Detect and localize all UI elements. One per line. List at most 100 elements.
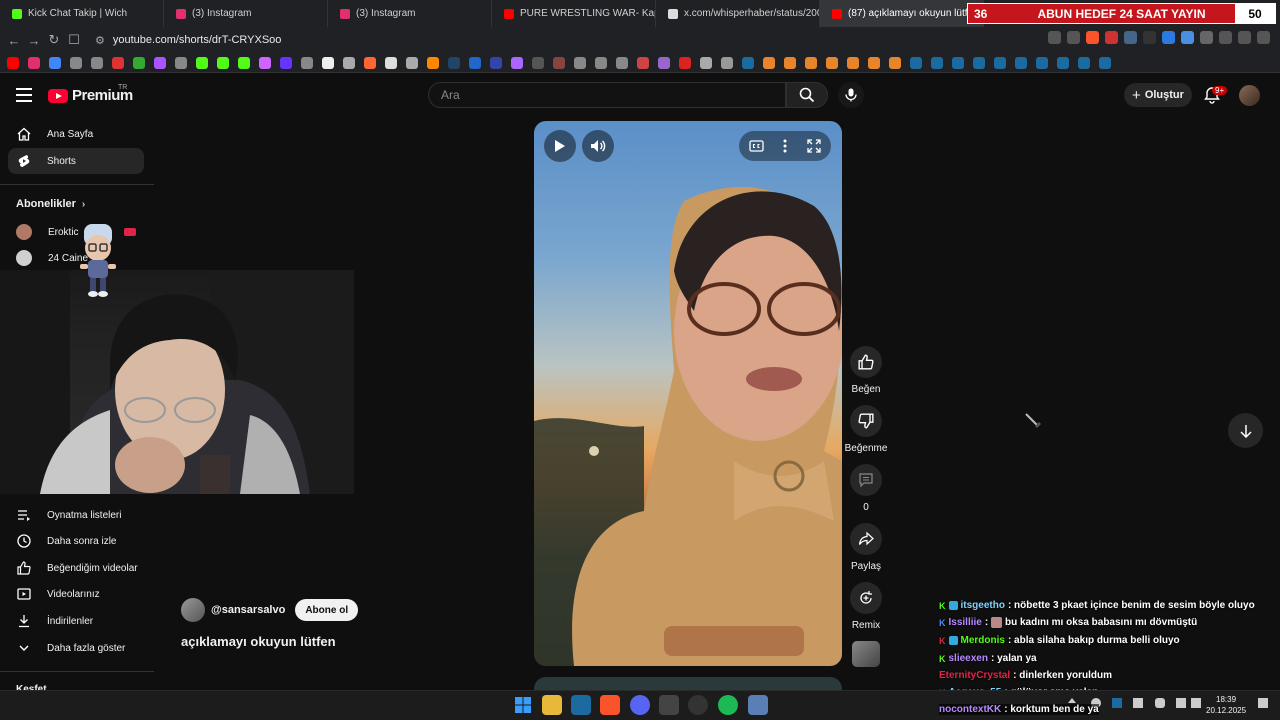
bookmark-kick-icon[interactable] <box>238 56 250 69</box>
reload-icon[interactable]: ↻ <box>44 30 64 50</box>
sidebar-item-playlists[interactable]: Oynatma listeleri <box>8 502 144 528</box>
youtube-premium-logo[interactable]: Premium TR <box>48 84 133 104</box>
bookmark-youtube-icon[interactable] <box>7 56 19 69</box>
extension-icon[interactable] <box>1124 31 1137 44</box>
share-icon[interactable] <box>1067 31 1080 44</box>
bookmark-icon[interactable] <box>826 56 838 69</box>
bookmark-icon[interactable] <box>700 56 712 69</box>
bookmark-icon[interactable] <box>343 56 355 69</box>
bookmark-steam-icon[interactable] <box>910 56 922 69</box>
bookmark-steam-icon[interactable] <box>1078 56 1090 69</box>
fullscreen-icon[interactable] <box>807 139 821 153</box>
play-button[interactable] <box>544 130 576 162</box>
notifications-icon[interactable] <box>1258 698 1268 708</box>
site-settings-icon[interactable]: ⚙ <box>95 34 105 47</box>
bookmark-icon[interactable] <box>637 56 649 69</box>
channel-handle[interactable]: @sansarsalvo <box>211 604 285 616</box>
bookmark-icon[interactable] <box>847 56 859 69</box>
puzzle-icon[interactable] <box>1200 31 1213 44</box>
bookmark-icon[interactable] <box>175 56 187 69</box>
install-icon[interactable] <box>1048 31 1061 44</box>
bookmark-icon[interactable] <box>595 56 607 69</box>
sidebar-item-show-more[interactable]: Daha fazla göster <box>8 635 144 661</box>
bookmark-kick-icon[interactable] <box>196 56 208 69</box>
bookmark-kick-icon[interactable] <box>217 56 229 69</box>
voice-search-button[interactable] <box>838 82 864 108</box>
bookmark-steam-icon[interactable] <box>952 56 964 69</box>
steam-settings-icon[interactable] <box>748 695 768 715</box>
bookmark-steam-icon[interactable] <box>994 56 1006 69</box>
tray-volume-icon[interactable] <box>1191 698 1201 708</box>
bookmark-icon[interactable] <box>301 56 313 69</box>
bookmark-icon[interactable] <box>133 56 145 69</box>
tray-chevron-up-icon[interactable] <box>1068 698 1076 703</box>
comments-button[interactable]: 0 <box>846 464 886 513</box>
bookmark-steam-icon[interactable] <box>1099 56 1111 69</box>
bookmark-icon[interactable] <box>553 56 565 69</box>
bookmark-icon[interactable] <box>784 56 796 69</box>
bookmark-steam-icon[interactable] <box>742 56 754 69</box>
tab-3[interactable]: PURE WRESTLING WAR- Kapeeka vs <box>492 0 656 27</box>
bookmark-icon[interactable] <box>406 56 418 69</box>
bookmark-icon[interactable]: ☐ <box>64 30 84 50</box>
tab-0[interactable]: Kick Chat Takip | Wich <box>0 0 164 27</box>
bookmark-icon[interactable] <box>469 56 481 69</box>
captions-icon[interactable] <box>749 140 764 152</box>
bookmark-icon[interactable] <box>385 56 397 69</box>
sidebar-icon[interactable] <box>1219 31 1232 44</box>
bookmark-steam-icon[interactable] <box>1015 56 1027 69</box>
audio-source-thumbnail[interactable] <box>852 641 880 667</box>
create-button[interactable]: + Oluştur <box>1124 83 1192 107</box>
windows-start-icon[interactable] <box>513 695 533 715</box>
steam-icon[interactable] <box>571 695 591 715</box>
bookmark-icon[interactable] <box>70 56 82 69</box>
brave-browser-icon[interactable] <box>600 695 620 715</box>
tray-mic-icon[interactable] <box>1155 698 1165 708</box>
sidebar-item-downloads[interactable]: İndirilenler <box>8 608 144 634</box>
extension-icon[interactable] <box>1143 31 1156 44</box>
bookmark-icon[interactable] <box>889 56 901 69</box>
bookmark-steam-icon[interactable] <box>1036 56 1048 69</box>
tab-4[interactable]: x.com/whisperhaber/status/2002266 <box>656 0 820 27</box>
bookmark-icon[interactable] <box>91 56 103 69</box>
bookmark-steam-icon[interactable] <box>1057 56 1069 69</box>
volume-button[interactable] <box>582 130 614 162</box>
guide-menu-icon[interactable] <box>16 88 32 102</box>
app-icon[interactable] <box>659 695 679 715</box>
bookmark-steam-icon[interactable] <box>973 56 985 69</box>
subscription-item[interactable]: Eroktic <box>16 224 79 240</box>
bookmark-x-icon[interactable] <box>322 56 334 69</box>
extension-icon[interactable] <box>1105 31 1118 44</box>
bookmark-icon[interactable] <box>490 56 502 69</box>
subscriptions-heading[interactable]: Abonelikler › <box>16 198 85 210</box>
bookmark-icon[interactable] <box>574 56 586 69</box>
bookmark-icon[interactable] <box>427 56 439 69</box>
tray-steam-icon[interactable] <box>1112 698 1122 708</box>
bookmark-icon[interactable] <box>154 56 166 69</box>
dislike-button[interactable]: Beğenme <box>845 405 887 454</box>
forward-icon[interactable]: → <box>24 30 44 50</box>
extension-icon[interactable] <box>1162 31 1175 44</box>
bookmark-icon[interactable] <box>448 56 460 69</box>
menu-icon[interactable] <box>1257 31 1270 44</box>
search-button[interactable] <box>786 82 828 108</box>
bookmark-icon[interactable] <box>805 56 817 69</box>
remix-button[interactable]: Remix <box>846 582 886 631</box>
sidebar-item-your-videos[interactable]: Videolarınız <box>8 581 144 607</box>
bookmark-steam-icon[interactable] <box>931 56 943 69</box>
bookmark-icon[interactable] <box>616 56 628 69</box>
channel-avatar[interactable] <box>181 598 205 622</box>
subscribe-button[interactable]: Abone ol <box>295 599 359 621</box>
account-avatar[interactable] <box>1239 85 1260 106</box>
tray-audio-icon[interactable] <box>1133 698 1143 708</box>
like-button[interactable]: Beğen <box>846 346 886 395</box>
tab-2[interactable]: (3) Instagram <box>328 0 492 27</box>
bookmark-icon[interactable] <box>49 56 61 69</box>
brave-shield-icon[interactable] <box>1086 31 1099 44</box>
search-input[interactable]: Ara <box>428 82 786 108</box>
media-icon[interactable] <box>1238 31 1251 44</box>
extension-icon[interactable] <box>1181 31 1194 44</box>
sidebar-item-watch-later[interactable]: Daha sonra izle <box>8 528 144 554</box>
system-clock[interactable]: 18:39 20.12.2025 <box>1206 694 1246 716</box>
more-options-icon[interactable] <box>783 139 787 153</box>
